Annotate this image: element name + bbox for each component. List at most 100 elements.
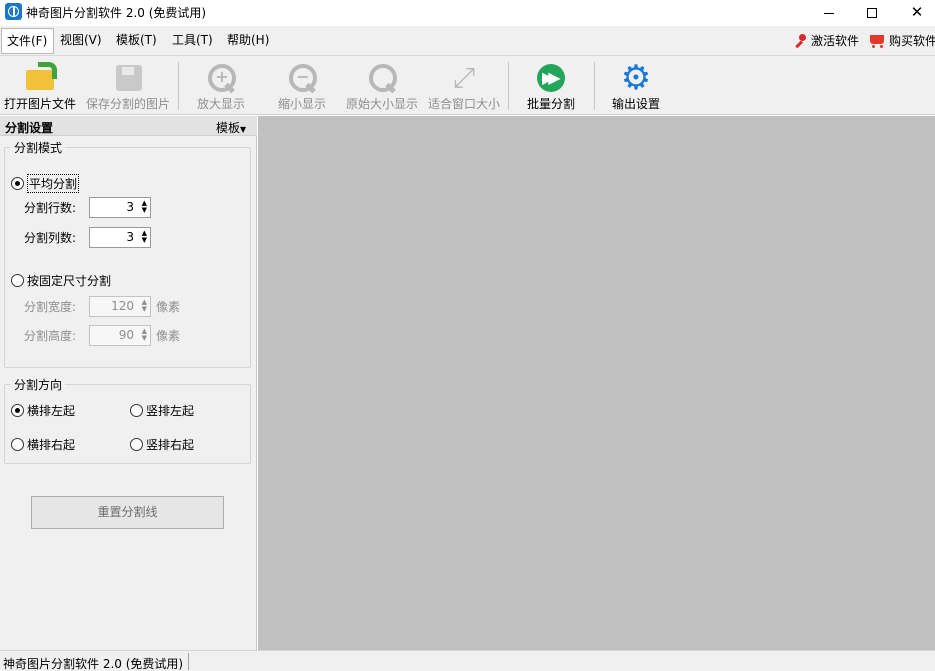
fit-window-button[interactable]: ⤢ 适合窗口大小 — [424, 58, 504, 112]
height-stepper[interactable]: 90 ▲ ▼ — [89, 325, 151, 346]
split-settings-panel: 分割设置 模板▼ 分割模式 平均分割 分割行数: 3 ▲ ▼ 分割列数: 3 ▲ ▼ — [0, 116, 257, 650]
template-dropdown-label: 模板 — [216, 121, 241, 135]
rows-value: 3 — [126, 200, 134, 214]
maximize-button[interactable] — [849, 0, 895, 25]
toolbar-separator — [594, 62, 595, 110]
open-image-button[interactable]: 打开图片文件 — [0, 58, 80, 112]
app-icon — [5, 3, 22, 20]
radio-indicator — [11, 404, 24, 417]
maximize-icon — [867, 7, 877, 18]
chevron-down-icon: ▼ — [240, 125, 247, 134]
shopping-cart-icon — [867, 33, 887, 49]
cols-value: 3 — [126, 230, 134, 244]
radio-indicator — [11, 274, 24, 287]
radio-indicator — [130, 438, 143, 451]
width-field-row: 分割宽度: 120 ▲ ▼ 像素 — [24, 296, 180, 317]
direction-option-label: 横排右起 — [27, 438, 76, 452]
menu-help[interactable]: 帮助(H) — [222, 28, 274, 54]
status-bar: 神奇图片分割软件 2.0 (免费试用) — [0, 650, 935, 671]
equal-split-radio[interactable]: 平均分割 — [11, 174, 80, 193]
height-unit: 像素 — [156, 329, 181, 343]
width-label: 分割宽度: — [24, 300, 77, 314]
direction-option-label: 竖排左起 — [146, 404, 195, 418]
zoom-out-button[interactable]: − 缩小显示 — [272, 58, 332, 112]
batch-split-button[interactable]: ▶▶ 批量分割 — [520, 58, 582, 112]
menu-bar: 文件(F) 视图(V) 模板(T) 工具(T) 帮助(H) 激活软件 购买软件 — [0, 26, 935, 56]
radio-indicator — [11, 177, 24, 190]
minimize-button[interactable] — [806, 0, 852, 25]
key-icon — [792, 33, 808, 49]
close-button[interactable]: ✕ — [894, 0, 935, 25]
panel-title: 分割设置 — [5, 121, 54, 135]
fit-window-label: 适合窗口大小 — [427, 97, 500, 111]
direction-option-radio[interactable]: 横排左起 — [11, 402, 75, 419]
close-icon: ✕ — [910, 3, 924, 21]
menu-file[interactable]: 文件(F) — [1, 28, 54, 54]
output-settings-button[interactable]: ⚙ 输出设置 — [605, 58, 667, 112]
radio-indicator — [11, 438, 24, 451]
direction-option-radio[interactable]: 竖排左起 — [130, 402, 194, 419]
panel-header: 分割设置 模板▼ — [0, 116, 257, 136]
minimize-icon — [824, 13, 834, 14]
folder-open-icon — [24, 62, 57, 94]
activate-label: 激活软件 — [811, 34, 860, 48]
zoom-in-label: 放大显示 — [196, 97, 245, 111]
equal-split-label: 平均分割 — [27, 174, 80, 193]
magnifier-icon — [366, 62, 398, 94]
menu-view[interactable]: 视图(V) — [55, 28, 107, 54]
output-settings-label: 输出设置 — [611, 97, 660, 111]
menu-tools[interactable]: 工具(T) — [167, 28, 218, 54]
fixed-size-split-label: 按固定尺寸分割 — [27, 274, 112, 288]
cols-stepper[interactable]: 3 ▲ ▼ — [89, 227, 151, 248]
stepper-arrows-icon[interactable]: ▲ ▼ — [142, 200, 147, 214]
cols-field-row: 分割列数: 3 ▲ ▼ — [24, 227, 151, 248]
original-size-button[interactable]: 原始大小显示 — [343, 58, 421, 112]
direction-option-label: 横排左起 — [27, 404, 76, 418]
title-bar: 神奇图片分割软件 2.0 (免费试用) ✕ — [0, 0, 935, 25]
stepper-arrows-icon[interactable]: ▲ ▼ — [142, 230, 147, 244]
buy-label: 购买软件 — [889, 34, 935, 48]
zoom-out-icon: − — [286, 62, 318, 94]
direction-option-radio[interactable]: 竖排右起 — [130, 436, 194, 453]
gear-icon: ⚙ — [620, 58, 652, 98]
open-image-label: 打开图片文件 — [3, 97, 76, 111]
stepper-arrows-icon[interactable]: ▲ ▼ — [142, 299, 147, 313]
rows-label: 分割行数: — [24, 201, 77, 215]
toolbar-separator — [508, 62, 509, 110]
original-size-label: 原始大小显示 — [345, 97, 418, 111]
save-split-images-label: 保存分割的图片 — [85, 97, 170, 111]
height-value: 90 — [118, 328, 134, 342]
width-unit: 像素 — [156, 300, 181, 314]
menu-template[interactable]: 模板(T) — [111, 28, 162, 54]
stepper-arrows-icon[interactable]: ▲ ▼ — [142, 328, 147, 342]
direction-option-radio[interactable]: 横排右起 — [11, 436, 75, 453]
cols-label: 分割列数: — [24, 231, 77, 245]
window-title: 神奇图片分割软件 2.0 (免费试用) — [26, 6, 207, 20]
split-mode-title: 分割模式 — [11, 139, 66, 156]
status-separator — [188, 653, 189, 670]
zoom-out-label: 缩小显示 — [277, 97, 326, 111]
toolbar: 打开图片文件 保存分割的图片 + 放大显示 − 缩小显示 原始大小显示 ⤢ 适合… — [0, 56, 935, 115]
zoom-in-icon: + — [205, 62, 237, 94]
reset-split-lines-button[interactable]: 重置分割线 — [31, 496, 224, 529]
batch-split-label: 批量分割 — [526, 97, 575, 111]
height-field-row: 分割高度: 90 ▲ ▼ 像素 — [24, 325, 180, 346]
save-split-images-button[interactable]: 保存分割的图片 — [84, 58, 172, 112]
template-dropdown[interactable]: 模板▼ — [216, 119, 246, 136]
fixed-size-split-radio[interactable]: 按固定尺寸分割 — [11, 272, 111, 289]
fit-window-icon: ⤢ — [452, 61, 476, 94]
image-canvas[interactable] — [258, 116, 935, 650]
split-mode-group: 分割模式 平均分割 分割行数: 3 ▲ ▼ 分割列数: 3 ▲ ▼ 按固定尺寸分割 … — [4, 139, 251, 368]
height-label: 分割高度: — [24, 329, 77, 343]
activate-software-button[interactable]: 激活软件 — [787, 28, 864, 54]
status-text: 神奇图片分割软件 2.0 (免费试用) — [3, 657, 184, 671]
fast-forward-icon: ▶▶ — [535, 62, 567, 94]
split-direction-title: 分割方向 — [11, 376, 66, 393]
width-stepper[interactable]: 120 ▲ ▼ — [89, 296, 151, 317]
toolbar-separator — [178, 62, 179, 110]
zoom-in-button[interactable]: + 放大显示 — [190, 58, 252, 112]
rows-stepper[interactable]: 3 ▲ ▼ — [89, 197, 151, 218]
buy-software-button[interactable]: 购买软件 — [862, 28, 935, 54]
width-value: 120 — [111, 299, 134, 313]
radio-indicator — [130, 404, 143, 417]
